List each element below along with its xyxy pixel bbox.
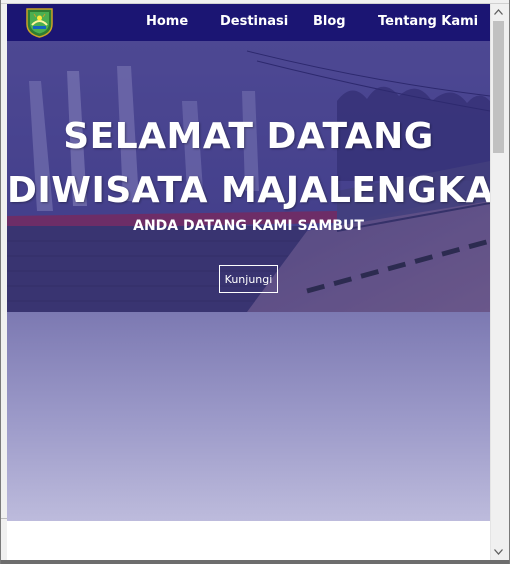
navbar: Home Destinasi Blog Tentang Kami	[7, 4, 490, 41]
kunjungi-button[interactable]: Kunjungi	[219, 265, 278, 293]
hero-title-line-1: SELAMAT DATANG	[63, 116, 434, 157]
nav-home[interactable]: Home	[146, 14, 188, 29]
vertical-scrollbar[interactable]	[490, 4, 506, 560]
nav-blog[interactable]: Blog	[313, 14, 346, 29]
scrollbar-thumb[interactable]	[493, 21, 504, 153]
window-left-edge	[1, 518, 7, 560]
majalengka-crest-icon[interactable]	[23, 6, 56, 39]
hero-subtitle: ANDA DATANG KAMI SAMBUT	[133, 218, 364, 234]
browser-window: Home Destinasi Blog Tentang Kami SELAMAT…	[0, 0, 510, 564]
nav-destinasi[interactable]: Destinasi	[220, 14, 288, 29]
nav-tentang-kami[interactable]: Tentang Kami	[378, 14, 478, 29]
gradient-content-section	[7, 312, 490, 521]
hero-banner: SELAMAT DATANG DIWISATA MAJALENGKA ANDA …	[7, 41, 490, 312]
hero-title-line-2: DIWISATA MAJALENGKA	[7, 170, 490, 211]
page-footer-area	[7, 521, 490, 560]
window-bottom-edge	[1, 560, 509, 564]
scroll-up-arrow-icon[interactable]	[491, 4, 506, 20]
scroll-down-arrow-icon[interactable]	[491, 544, 506, 560]
page-viewport: Home Destinasi Blog Tentang Kami SELAMAT…	[7, 4, 490, 560]
kunjungi-button-label: Kunjungi	[224, 272, 273, 286]
